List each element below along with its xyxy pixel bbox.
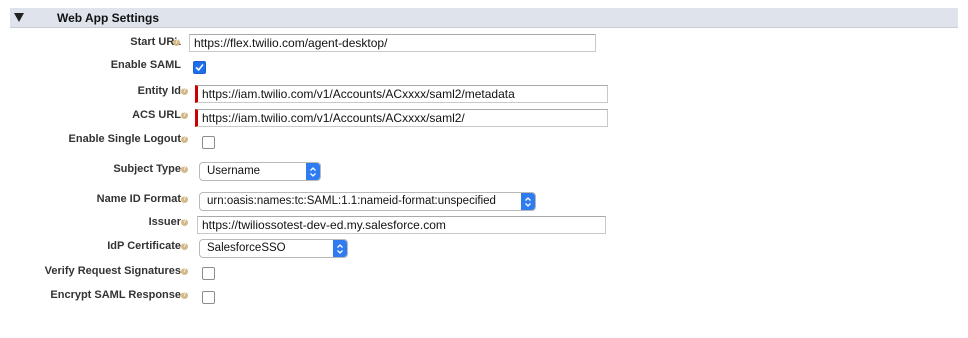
help-icon[interactable]: ? [181,196,188,203]
checkmark-icon [195,64,204,71]
enable-single-logout-checkbox[interactable] [202,136,215,149]
help-icon[interactable]: ? [173,39,180,46]
updown-chevron-icon [306,163,320,180]
issuer-input[interactable]: https://twiliossotest-dev-ed.my.salesfor… [197,216,606,234]
verify-request-signatures-checkbox[interactable] [202,267,215,280]
acs-url-input[interactable]: https://iam.twilio.com/v1/Accounts/ACxxx… [195,109,608,127]
enable-single-logout-label: Enable Single Logout [68,133,181,145]
entity-id-input[interactable]: https://iam.twilio.com/v1/Accounts/ACxxx… [195,85,608,103]
name-id-format-value: urn:oasis:names:tc:SAML:1.1:nameid-forma… [207,195,496,207]
updown-chevron-icon [521,193,535,210]
subject-type-select[interactable]: Username [199,162,321,181]
encrypt-saml-response-label: Encrypt SAML Response [50,289,181,301]
name-id-format-label: Name ID Format [96,193,181,205]
enable-saml-checkbox[interactable] [193,61,206,74]
acs-url-label: ACS URL [132,109,181,121]
idp-certificate-value: SalesforceSSO [207,242,286,254]
start-url-input[interactable]: https://flex.twilio.com/agent-desktop/ [189,34,596,52]
collapse-toggle[interactable] [13,12,25,24]
subject-type-label: Subject Type [113,163,181,175]
help-icon[interactable]: ? [181,219,188,226]
idp-certificate-label: IdP Certificate [107,240,181,252]
web-app-settings-page: Web App Settings Start URL ? https://fle… [0,0,968,338]
idp-certificate-select[interactable]: SalesforceSSO [199,239,348,258]
issuer-label: Issuer [148,216,181,228]
help-icon[interactable]: ? [181,166,188,173]
updown-chevron-icon [333,240,347,257]
subject-type-value: Username [207,165,261,177]
help-icon[interactable]: ? [181,243,188,250]
triangle-down-icon [14,13,24,22]
name-id-format-select[interactable]: urn:oasis:names:tc:SAML:1.1:nameid-forma… [199,192,536,211]
entity-id-label: Entity Id [137,85,181,97]
help-icon[interactable]: ? [181,88,188,95]
section-header: Web App Settings [10,8,958,28]
section-title: Web App Settings [57,10,159,25]
encrypt-saml-response-checkbox[interactable] [202,291,215,304]
help-icon[interactable]: ? [181,268,188,275]
help-icon[interactable]: ? [181,292,188,299]
verify-request-signatures-label: Verify Request Signatures [44,265,181,277]
enable-saml-label: Enable SAML [110,59,181,71]
help-icon[interactable]: ? [181,112,188,119]
help-icon[interactable]: ? [181,136,188,143]
